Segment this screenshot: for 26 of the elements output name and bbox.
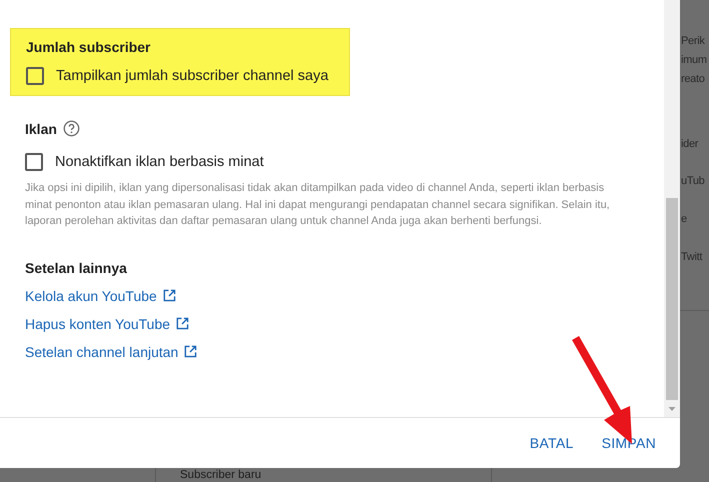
description-text: Jika opsi ini dipilih, iklan yang dipersonalisasi tidak akan ditampilkan pada video di channel Anda, seperti iklan berbasis minat penonton atau iklan pemasaran ulang. Hal ini dapat mengurangi pendapatan channel secara signifikan. Selain itu, laporan perolehan aktivitas dan daftar pemasaran ulang untuk channel Anda juga akan berhenti berfungsi. xyxy=(25,181,611,229)
dialog-button[interactable]: SIMPAN xyxy=(600,429,658,457)
checkbox[interactable] xyxy=(26,67,44,85)
checkbox-label: Tampilkan jumlah subscriber channel saya xyxy=(56,68,328,84)
section-title: Jumlah subscriber xyxy=(26,39,152,55)
settings-link[interactable]: Kelola akun YouTube xyxy=(25,288,176,304)
section-title: Setelan lainnya xyxy=(25,260,128,276)
settings-link[interactable]: Setelan channel lanjutan xyxy=(25,344,198,360)
section-title: Iklan xyxy=(25,120,57,136)
background-text: Twitt xyxy=(681,250,704,265)
checkbox-label: Nonaktifkan iklan berbasis minat xyxy=(55,154,264,170)
external-link-icon xyxy=(176,317,190,330)
background-text: Perik xyxy=(681,34,706,49)
dialog-button[interactable]: BATAL xyxy=(528,429,576,457)
scrollbar[interactable] xyxy=(664,0,680,417)
settings-link[interactable]: Hapus konten YouTube xyxy=(25,316,190,332)
background-text: e xyxy=(681,212,688,227)
background-text: ider xyxy=(681,137,700,152)
background-text: imum xyxy=(681,53,707,68)
background-text: uTub xyxy=(681,174,706,189)
help-icon[interactable] xyxy=(62,120,80,137)
section-heading: Subscriber baru xyxy=(180,469,262,482)
background-text: reato xyxy=(681,72,706,87)
external-link-icon xyxy=(184,345,198,358)
checkbox[interactable] xyxy=(25,153,43,171)
external-link-icon xyxy=(162,289,176,302)
